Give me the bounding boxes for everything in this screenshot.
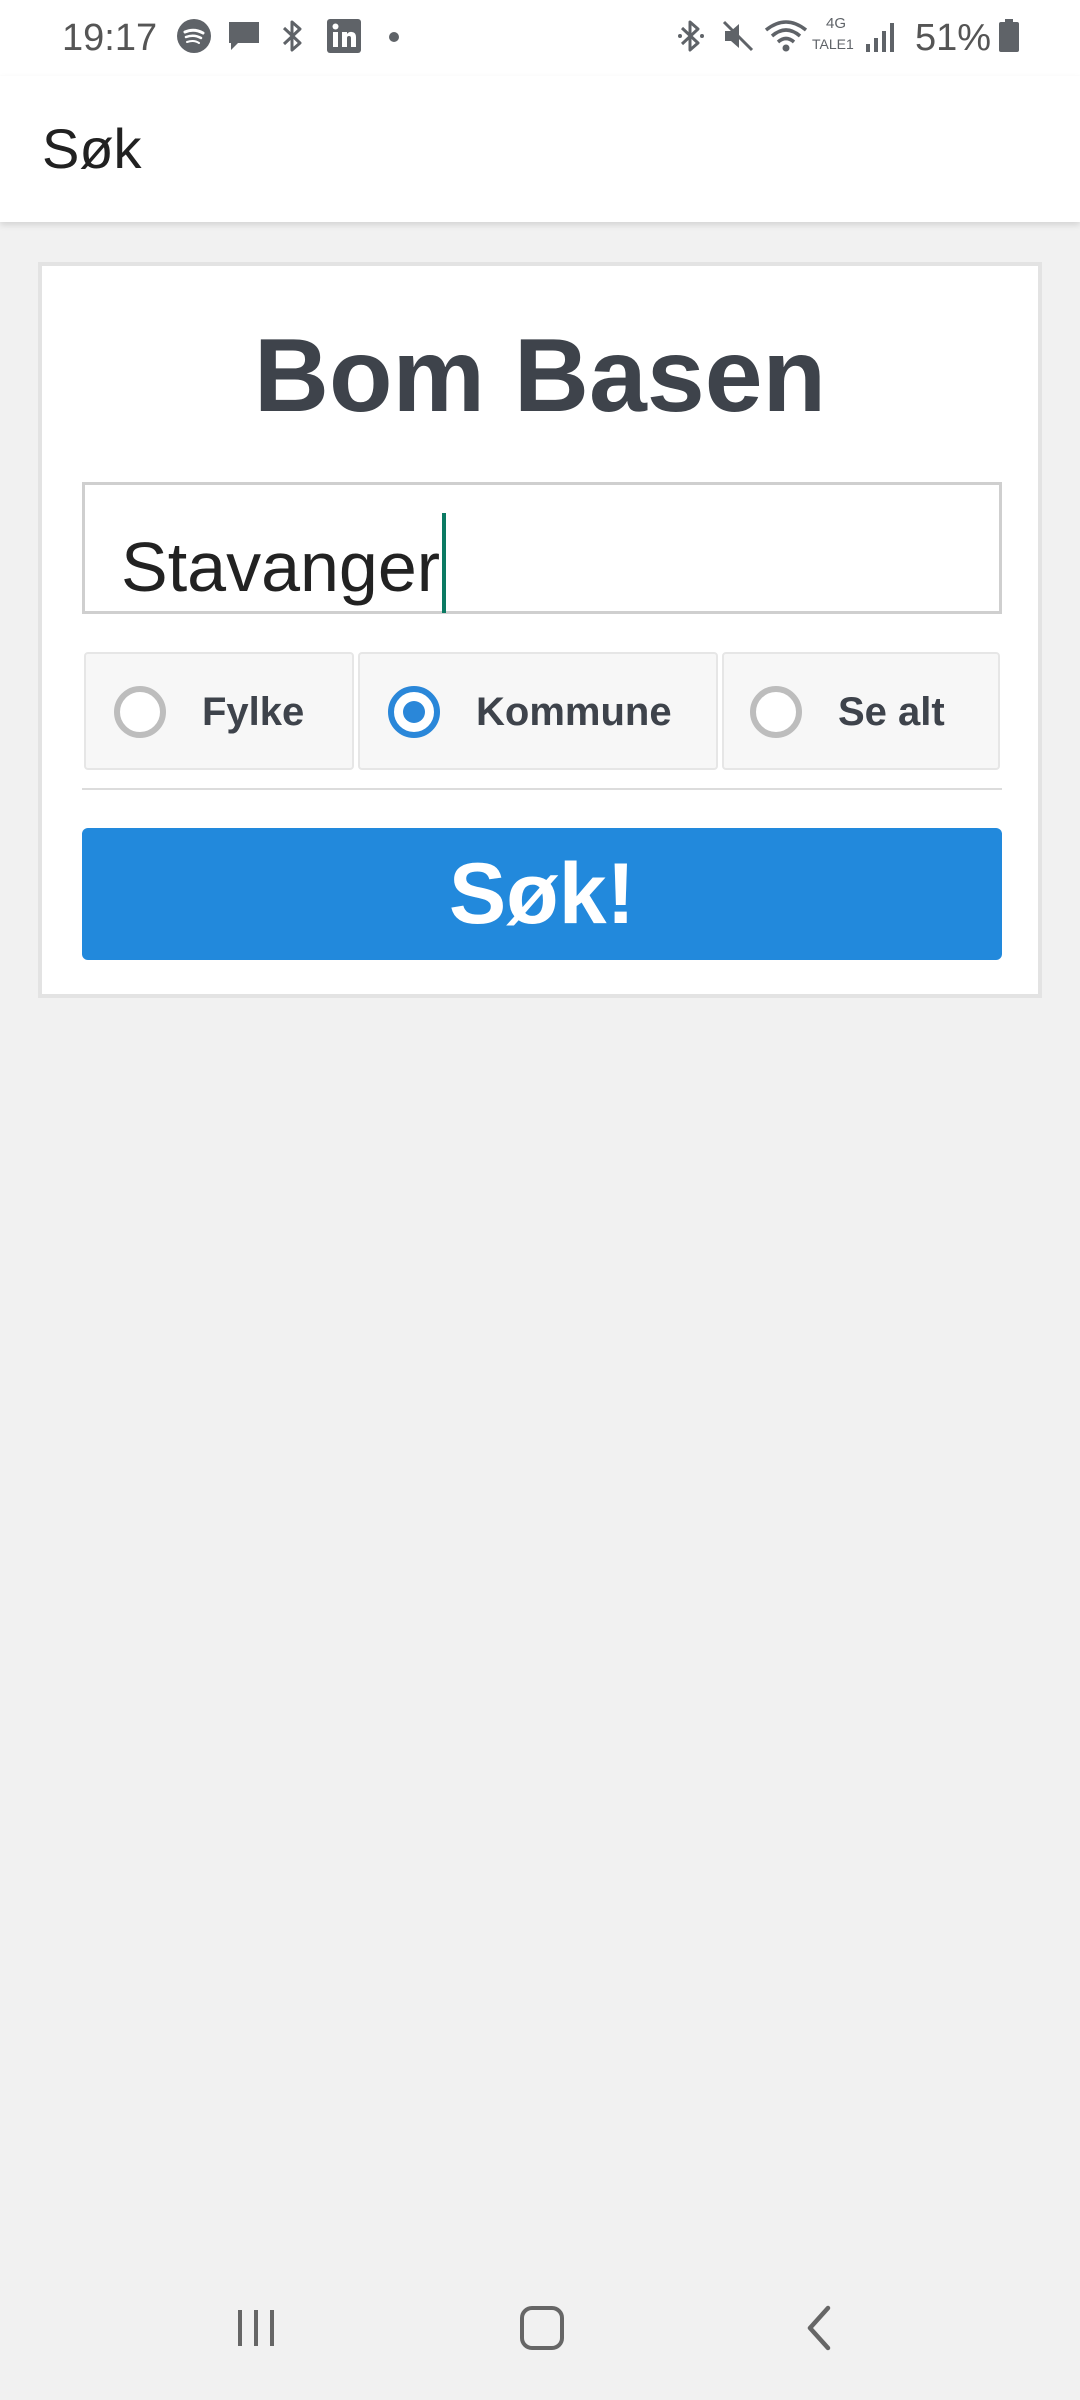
- radio-option-kommune[interactable]: Kommune: [358, 652, 718, 770]
- spotify-icon: [176, 18, 212, 59]
- radio-label-fylke: Fylke: [202, 690, 305, 734]
- message-icon: [226, 18, 262, 59]
- radio-option-se-alt[interactable]: Se alt: [722, 652, 1000, 770]
- battery-percent: 51%: [915, 17, 992, 59]
- radio-label-se-alt: Se alt: [838, 690, 945, 734]
- status-time: 19:17: [62, 17, 158, 59]
- mute-icon: [720, 18, 756, 59]
- battery-icon: [998, 18, 1020, 59]
- search-button[interactable]: Søk!: [82, 828, 1002, 960]
- page-title: Søk: [42, 117, 142, 180]
- radio-unchecked-icon: [114, 686, 166, 738]
- radio-option-fylke[interactable]: Fylke: [84, 652, 354, 770]
- navigation-bar: [0, 2260, 1080, 2400]
- signal-icon: [864, 18, 896, 59]
- linkedin-icon: [326, 18, 362, 59]
- search-input-value: Stavanger: [121, 513, 447, 613]
- divider: [82, 788, 1002, 790]
- bluetooth-icon: [278, 18, 306, 59]
- network-type: 4G: [825, 15, 846, 32]
- carrier-label: TALE1: [812, 36, 854, 52]
- search-input[interactable]: Stavanger: [82, 482, 1002, 614]
- search-value-text: Stavanger: [121, 528, 441, 606]
- radio-checked-icon: [388, 686, 440, 738]
- home-icon[interactable]: [510, 2296, 574, 2365]
- search-card: Bom Basen Stavanger Fylke Kommune Se alt…: [38, 262, 1042, 998]
- dot-icon: [388, 30, 400, 48]
- back-icon[interactable]: [796, 2296, 844, 2365]
- status-bar: 19:17 4G TALE1 51%: [0, 0, 1080, 76]
- recents-icon[interactable]: [232, 2296, 280, 2365]
- wifi-icon: [764, 18, 808, 59]
- radio-label-kommune: Kommune: [476, 690, 672, 734]
- text-caret: [442, 513, 447, 613]
- app-bar: Søk: [0, 76, 1080, 222]
- radio-unchecked-icon: [750, 686, 802, 738]
- bluetooth-icon: [676, 18, 706, 59]
- card-title: Bom Basen: [253, 318, 827, 434]
